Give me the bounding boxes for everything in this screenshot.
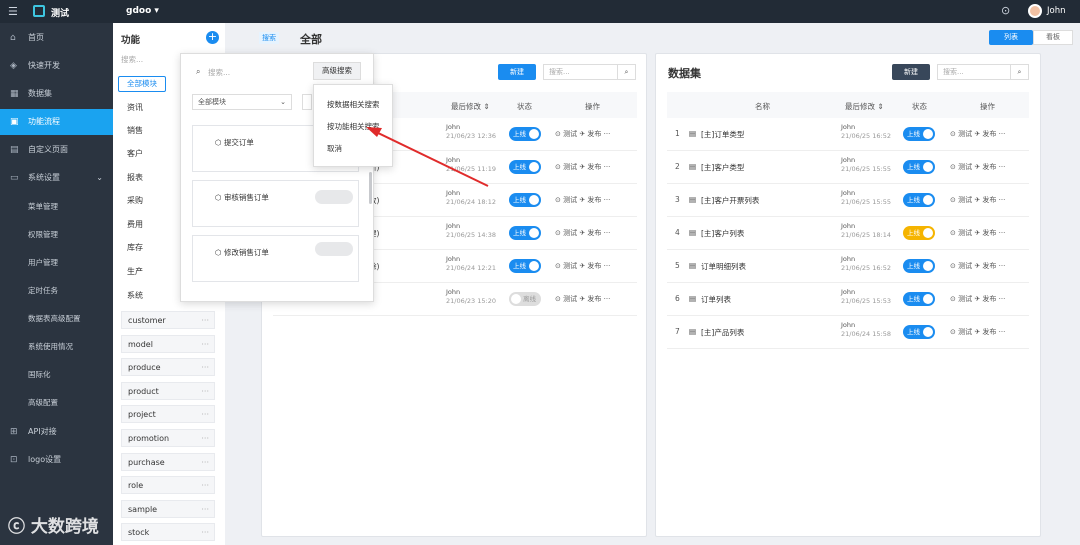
watermark-logo-icon: ⓒ xyxy=(8,517,31,537)
watermark: ⓒ 大数跨境 xyxy=(8,512,99,537)
arrow-line xyxy=(373,130,489,187)
annotation-arrow xyxy=(366,127,489,187)
watermark-text: 大数跨境 xyxy=(30,517,99,537)
arrow-head xyxy=(366,127,382,137)
